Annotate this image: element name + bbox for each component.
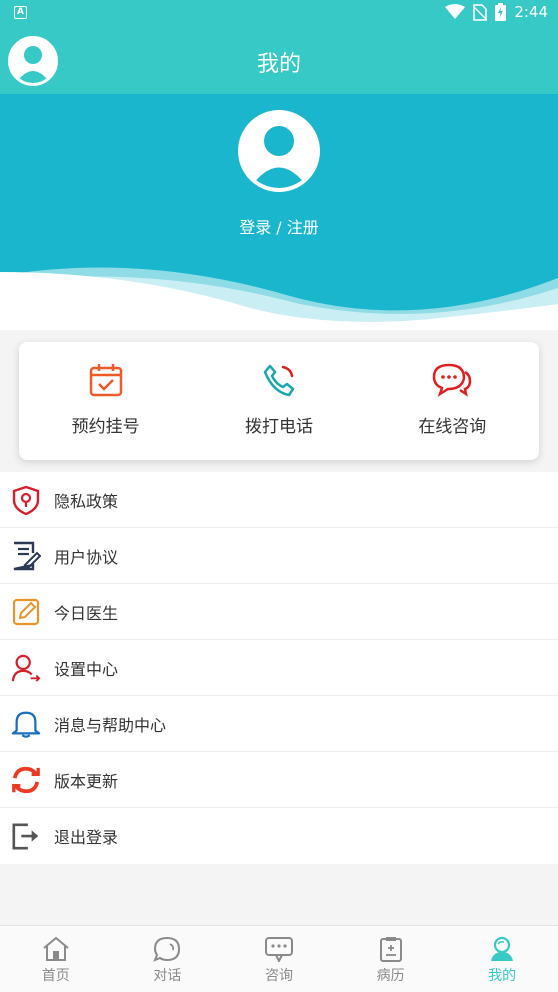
no-sim-icon [473, 3, 488, 21]
menu-item-version-update[interactable]: 版本更新 [0, 752, 558, 808]
medical-record-icon [379, 937, 402, 962]
login-register-link[interactable]: 登录 / 注册 [0, 214, 558, 238]
menu-list: 隐私政策 用户协议 今日医生 设置中心 消息与帮助中心 版本更新 退出登录 [0, 472, 558, 864]
tab-consult[interactable]: 咨询 [223, 926, 335, 992]
tab-label: 咨询 [264, 968, 293, 984]
quick-action-label: 预约挂号 [71, 417, 140, 437]
bell-icon [11, 711, 41, 738]
profile-icon [491, 936, 514, 961]
menu-item-label: 隐私政策 [54, 491, 119, 511]
tab-label: 首页 [41, 968, 70, 984]
menu-item-logout[interactable]: 退出登录 [0, 808, 558, 864]
menu-item-help-center[interactable]: 消息与帮助中心 [0, 696, 558, 752]
user-avatar-icon [250, 126, 308, 188]
profile-avatar[interactable] [238, 110, 320, 192]
shield-lock-icon [12, 485, 40, 515]
menu-item-user-agreement[interactable]: 用户协议 [0, 528, 558, 584]
user-settings-icon [11, 654, 41, 682]
menu-item-today-doctor[interactable]: 今日医生 [0, 584, 558, 640]
quick-action-consult[interactable]: 在线咨询 [366, 342, 539, 460]
tab-home[interactable]: 首页 [0, 926, 112, 992]
status-time: 2:44 [514, 3, 548, 21]
tab-medical-record[interactable]: 病历 [335, 926, 447, 992]
menu-item-privacy-policy[interactable]: 隐私政策 [0, 472, 558, 528]
quick-action-call[interactable]: 拨打电话 [192, 342, 365, 460]
consult-icon [264, 937, 293, 962]
menu-item-label: 版本更新 [54, 771, 119, 791]
wifi-icon [445, 4, 466, 19]
refresh-icon [12, 766, 40, 793]
pencil-edit-icon [12, 598, 40, 625]
hero-wave [0, 267, 558, 330]
battery-charging-icon [495, 3, 507, 21]
quick-action-appointment[interactable]: 预约挂号 [19, 342, 192, 460]
menu-item-settings-center[interactable]: 设置中心 [0, 640, 558, 696]
tab-label: 我的 [488, 968, 517, 984]
calendar-check-icon [89, 364, 122, 397]
bottom-tab-bar: 首页 对话 咨询 病历 我的 [0, 925, 558, 992]
menu-item-label: 用户协议 [54, 547, 119, 567]
menu-item-label: 设置中心 [54, 659, 119, 679]
menu-item-label: 今日医生 [54, 603, 119, 623]
notification-icon: A [14, 6, 27, 19]
page-title: 我的 [256, 52, 301, 77]
quick-action-label: 拨打电话 [244, 417, 313, 437]
quick-actions-card: 预约挂号 拨打电话 在线咨询 [19, 342, 539, 460]
menu-item-label: 消息与帮助中心 [54, 715, 167, 735]
top-header: 我的 [0, 28, 558, 94]
tab-label: 对话 [153, 968, 182, 984]
tab-profile[interactable]: 我的 [446, 926, 558, 992]
logout-icon [12, 823, 39, 850]
document-sign-icon [13, 541, 41, 570]
status-bar: A 2:44 [0, 0, 558, 28]
tab-chat[interactable]: 对话 [112, 926, 224, 992]
menu-item-label: 退出登录 [54, 828, 119, 847]
profile-hero: 登录 / 注册 [0, 94, 558, 330]
chat-bubbles-icon [433, 363, 472, 397]
home-icon [43, 936, 69, 961]
tab-label: 病历 [376, 968, 405, 984]
phone-icon [263, 364, 295, 397]
quick-action-label: 在线咨询 [418, 417, 487, 437]
chat-icon [153, 936, 181, 962]
